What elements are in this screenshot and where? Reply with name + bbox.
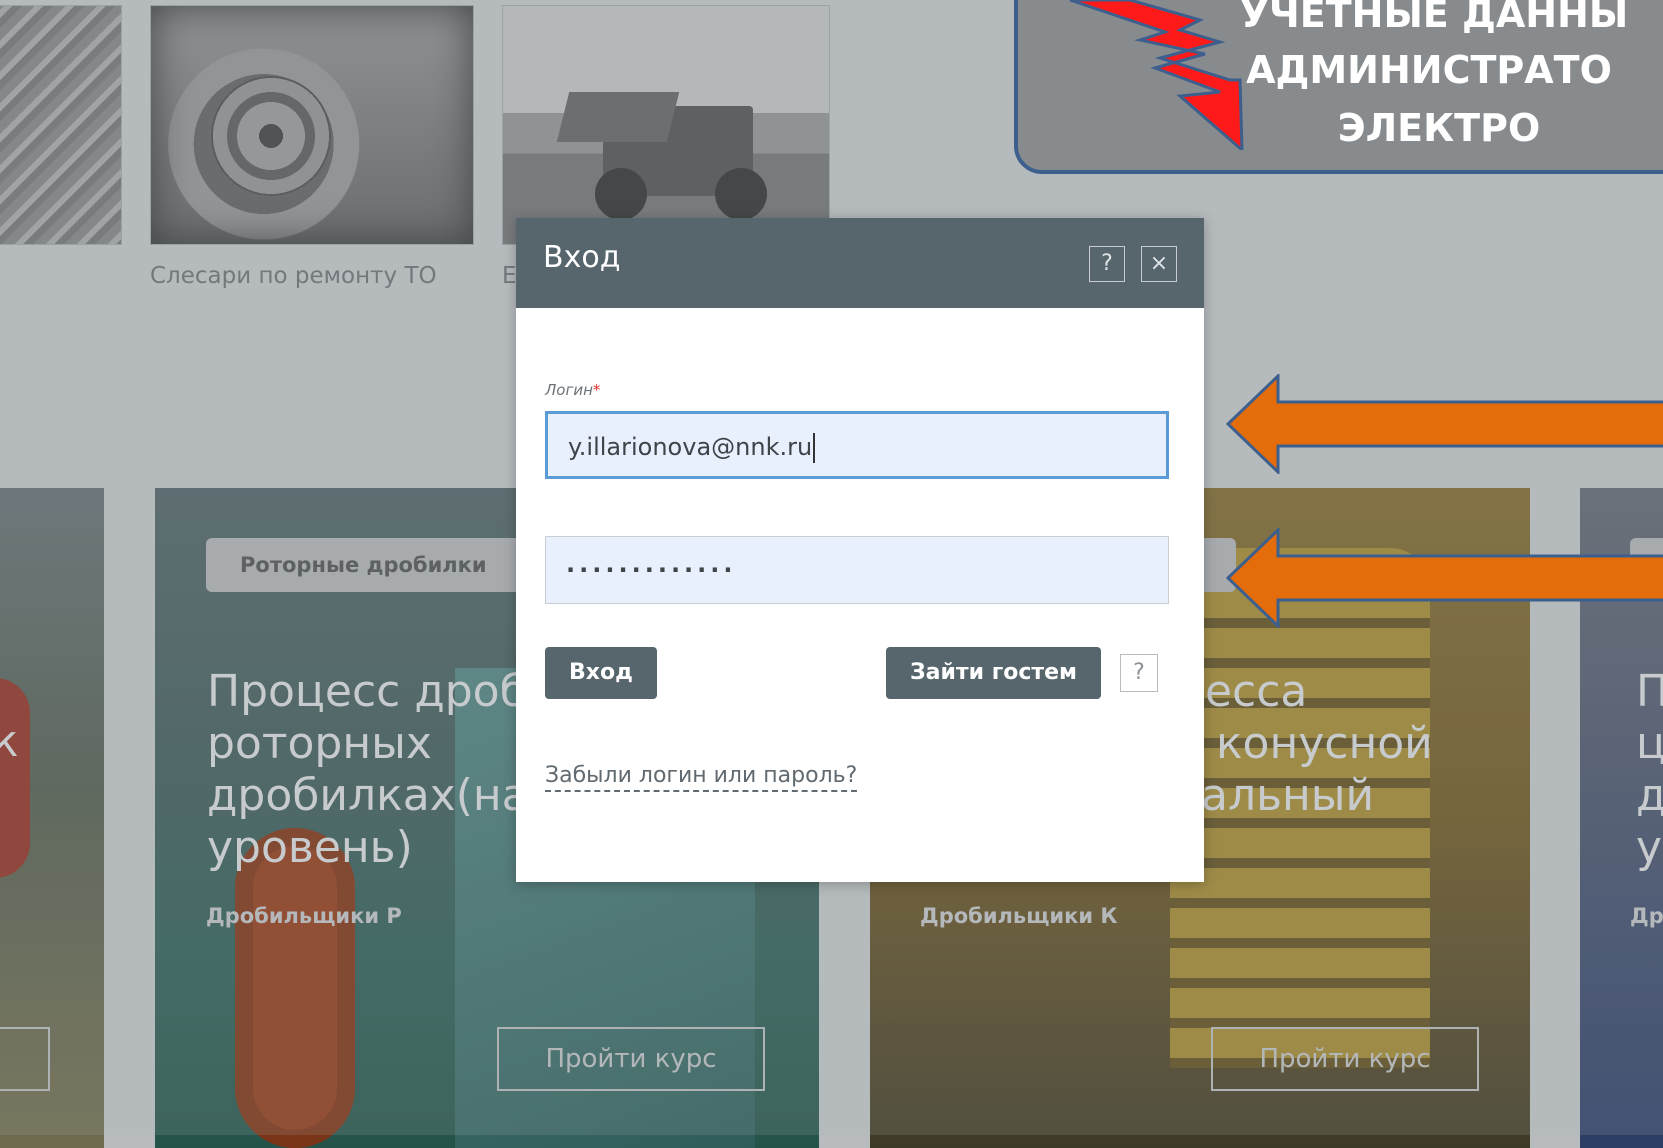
forgot-password-link[interactable]: Забыли логин или пароль? xyxy=(545,762,858,792)
login-label-text: Логин xyxy=(545,381,593,399)
login-label: Логин* xyxy=(545,381,600,399)
required-mark: * xyxy=(592,381,601,399)
text-caret xyxy=(813,433,816,463)
login-button[interactable]: Вход xyxy=(545,647,657,699)
guest-login-button[interactable]: Зайти гостем xyxy=(886,647,1102,699)
help-icon[interactable]: ? xyxy=(1089,246,1125,282)
lightning-bolt-icon xyxy=(1069,0,1244,150)
login-input-value: y.illarionova@nnk.ru xyxy=(568,433,813,461)
password-input-value: ············· xyxy=(566,556,737,584)
password-input[interactable]: ············· xyxy=(545,536,1169,604)
login-input[interactable]: y.illarionova@nnk.ru xyxy=(545,411,1169,479)
guest-help-icon[interactable]: ? xyxy=(1120,654,1158,692)
login-dialog: Вход ? × Логин* y.illarionova@nnk.ru ···… xyxy=(516,218,1204,882)
arrow-left-icon xyxy=(1226,374,1663,474)
dialog-header[interactable]: Вход ? × xyxy=(516,218,1204,308)
dialog-title: Вход xyxy=(543,240,621,275)
close-icon[interactable]: × xyxy=(1141,246,1177,282)
arrow-left-icon xyxy=(1226,528,1663,628)
